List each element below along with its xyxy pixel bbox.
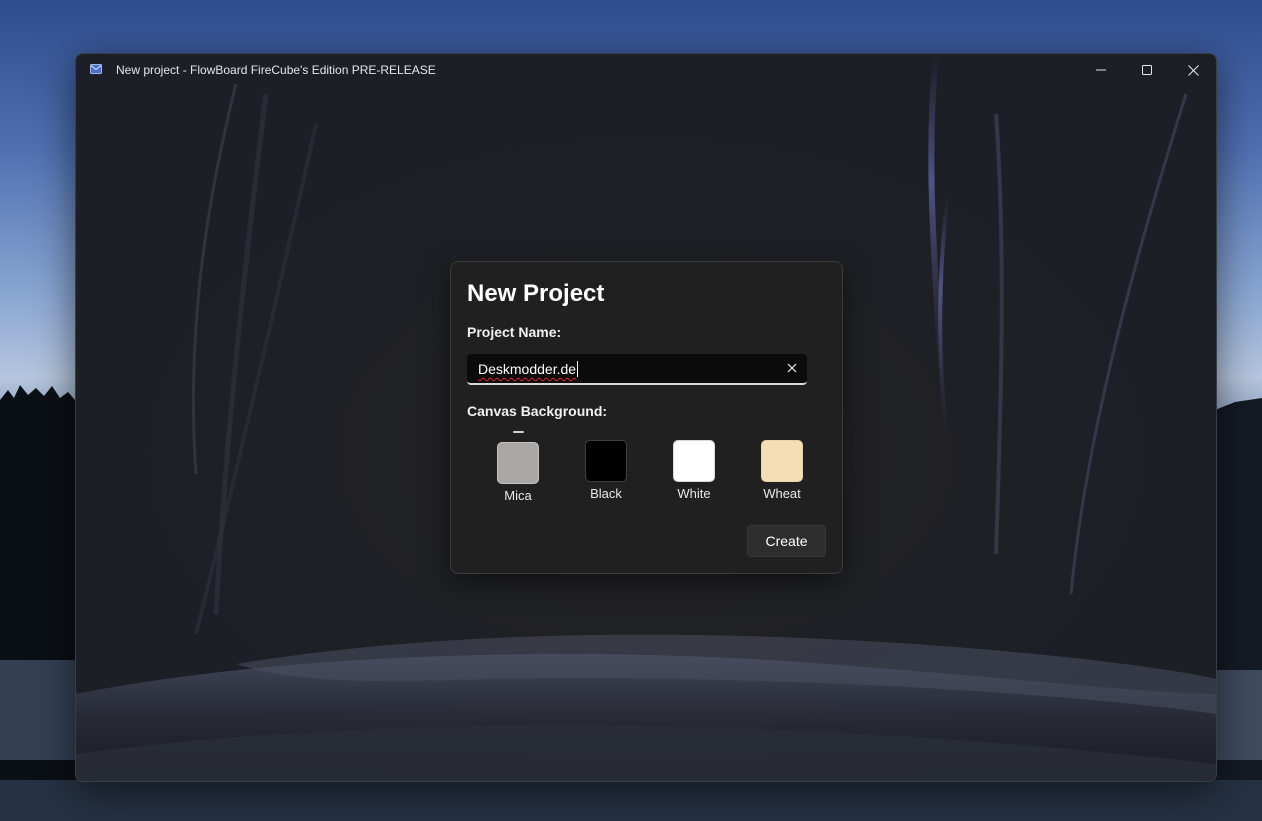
- project-name-input[interactable]: Deskmodder.de: [467, 354, 807, 385]
- app-window: New project - FlowBoard FireCube's Editi…: [75, 53, 1217, 782]
- create-button[interactable]: Create: [747, 525, 826, 557]
- background-option-white[interactable]: White: [662, 431, 726, 511]
- project-name-value: Deskmodder.de: [478, 361, 576, 377]
- swatch-black: [585, 440, 627, 482]
- title-bar[interactable]: New project - FlowBoard FireCube's Editi…: [76, 54, 1216, 86]
- minimize-icon: [1096, 65, 1106, 75]
- maximize-icon: [1142, 65, 1152, 75]
- canvas-background-label: Canvas Background:: [467, 403, 607, 419]
- new-project-dialog: New Project Project Name: Deskmodder.de …: [450, 261, 843, 574]
- close-button[interactable]: [1170, 54, 1216, 86]
- swatch-label-mica: Mica: [486, 488, 550, 503]
- swatch-label-wheat: Wheat: [750, 486, 814, 501]
- text-caret: [577, 361, 578, 377]
- maximize-button[interactable]: [1124, 54, 1170, 86]
- minimize-button[interactable]: [1078, 54, 1124, 86]
- dialog-title: New Project: [467, 280, 604, 308]
- background-option-black[interactable]: Black: [574, 431, 638, 511]
- project-name-label: Project Name:: [467, 324, 561, 340]
- swatch-mica: [497, 442, 539, 484]
- window-title: New project - FlowBoard FireCube's Editi…: [116, 63, 436, 77]
- mail-icon: [90, 64, 102, 74]
- background-option-mica[interactable]: Mica: [486, 431, 550, 511]
- selection-indicator: [513, 431, 524, 433]
- swatch-label-black: Black: [574, 486, 638, 501]
- swatch-label-white: White: [662, 486, 726, 501]
- background-option-wheat[interactable]: Wheat: [750, 431, 814, 511]
- swatch-wheat: [761, 440, 803, 482]
- clear-icon[interactable]: [785, 361, 799, 375]
- close-icon: [1188, 65, 1199, 76]
- swatch-white: [673, 440, 715, 482]
